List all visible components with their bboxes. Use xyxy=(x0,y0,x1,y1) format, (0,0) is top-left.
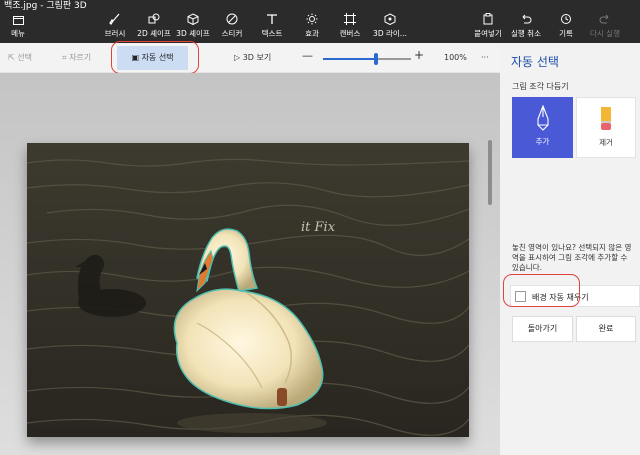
tool-2d-shapes[interactable]: 2D 셰이프 xyxy=(135,13,173,43)
sticker-icon xyxy=(216,13,248,29)
tool-label: 2D 셰이프 xyxy=(137,29,171,38)
undo-button[interactable]: 실행 취소 xyxy=(510,13,542,43)
zoom-slider-fill xyxy=(323,58,376,60)
zoom-level[interactable]: 100% xyxy=(444,51,467,65)
ribbon: 메뉴 브러시 2D 셰이프 3D 셰이프 스티커 텍스트 효과 캔버스 3D 라… xyxy=(0,13,640,43)
crop-icon: ⌗ xyxy=(62,53,70,62)
2d-shapes-icon xyxy=(135,13,173,29)
panel-subtitle: 그림 조각 다듬기 xyxy=(512,82,569,91)
done-button[interactable]: 완료 xyxy=(576,316,636,342)
view-3d-icon: ▷ xyxy=(234,53,243,62)
highlight-annotation xyxy=(111,41,199,74)
tool-stickers[interactable]: 스티커 xyxy=(216,13,248,43)
folder-icon xyxy=(6,13,30,29)
crop-label: 자르기 xyxy=(69,53,92,62)
menu-button[interactable]: 메뉴 xyxy=(6,13,30,43)
menu-label: 메뉴 xyxy=(11,29,25,38)
add-pen-icon xyxy=(512,97,573,134)
eraser-icon xyxy=(577,98,635,135)
add-mode-button[interactable]: 추가 xyxy=(512,97,573,158)
text-icon xyxy=(257,13,287,29)
paste-label: 붙여넣기 xyxy=(474,29,502,38)
3d-shapes-icon xyxy=(174,13,212,29)
view-3d-label: 3D 보기 xyxy=(242,53,272,62)
vertical-scrollbar[interactable] xyxy=(488,140,492,205)
tool-canvas[interactable]: 캔버스 xyxy=(335,13,365,43)
more-options-button[interactable]: ··· xyxy=(481,51,489,65)
side-panel: 자동 선택 그림 조각 다듬기 추가 제거 놓친 영역이 있나요? 선택되지 않… xyxy=(500,43,640,455)
select-tool[interactable]: ⇱ 선택 xyxy=(8,51,32,65)
tool-brushes[interactable]: 브러시 xyxy=(100,13,130,43)
help-text: 놓친 영역이 있나요? 선택되지 않은 영역을 표시하여 그림 조각에 추가할 … xyxy=(512,243,632,272)
select-label: 선택 xyxy=(17,53,32,62)
tool-text[interactable]: 텍스트 xyxy=(257,13,287,43)
undo-label: 실행 취소 xyxy=(511,29,541,38)
tool-effects[interactable]: 효과 xyxy=(298,13,326,43)
tool-3d-library[interactable]: 3D 라이... xyxy=(372,13,408,43)
history-button[interactable]: 기록 xyxy=(553,13,579,43)
tool-label: 브러시 xyxy=(104,29,126,38)
redo-label: 다시 실행 xyxy=(590,29,620,38)
back-button[interactable]: 돌아가기 xyxy=(512,316,573,342)
watermark: it Fix xyxy=(301,220,336,235)
history-icon xyxy=(553,13,579,29)
paste-button[interactable]: 붙여넣기 xyxy=(472,13,504,43)
title-bar: 백조.jpg - 그림판 3D xyxy=(0,0,640,13)
window-title: 백조.jpg - 그림판 3D xyxy=(4,1,87,11)
tool-label: 텍스트 xyxy=(261,29,283,38)
zoom-slider[interactable] xyxy=(323,53,411,65)
canvas-icon xyxy=(335,13,365,29)
zoom-slider-thumb[interactable] xyxy=(373,53,378,65)
redo-icon xyxy=(588,13,622,29)
remove-label: 제거 xyxy=(599,138,613,147)
redo-button[interactable]: 다시 실행 xyxy=(588,13,622,43)
tool-label: 효과 xyxy=(305,29,319,38)
tool-3d-shapes[interactable]: 3D 셰이프 xyxy=(174,13,212,43)
toolbar: ⇱ 선택 ⌗ 자르기 ▷ 3D 보기 — + 100% ··· xyxy=(0,43,500,73)
zoom-out-button[interactable]: — xyxy=(302,49,313,63)
view-3d-toggle[interactable]: ▷ 3D 보기 xyxy=(234,51,271,65)
highlight-annotation xyxy=(503,274,580,307)
history-label: 기록 xyxy=(559,29,573,38)
undo-icon xyxy=(510,13,542,29)
paste-icon xyxy=(472,13,504,29)
tool-label: 스티커 xyxy=(221,29,243,38)
remove-mode-button[interactable]: 제거 xyxy=(576,97,636,158)
3d-library-icon xyxy=(372,13,408,29)
zoom-in-button[interactable]: + xyxy=(414,48,424,62)
cursor-icon: ⇱ xyxy=(8,53,18,62)
crop-tool[interactable]: ⌗ 자르기 xyxy=(62,51,91,65)
tool-label: 3D 라이... xyxy=(373,29,407,38)
panel-title: 자동 선택 xyxy=(511,55,559,69)
tool-label: 캔버스 xyxy=(339,29,361,38)
canvas-image[interactable]: it Fix xyxy=(27,143,469,437)
brush-icon xyxy=(100,13,130,29)
add-label: 추가 xyxy=(535,137,550,146)
effects-icon xyxy=(298,13,326,29)
tool-label: 3D 셰이프 xyxy=(176,29,210,38)
